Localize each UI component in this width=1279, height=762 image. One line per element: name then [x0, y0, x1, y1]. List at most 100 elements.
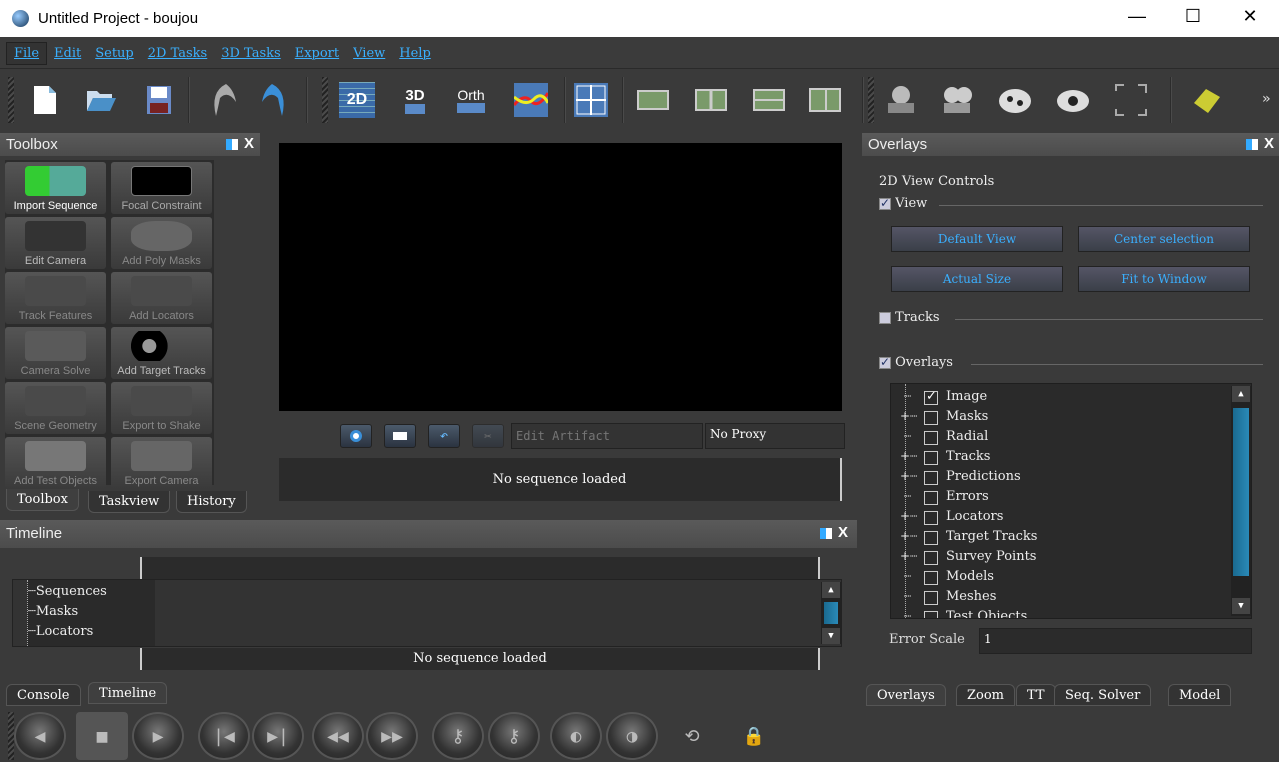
undo-view-button[interactable]: ↶	[428, 424, 460, 448]
overlay-tree-item[interactable]: ┈ Models	[892, 568, 1222, 588]
overlay-tree-item[interactable]: +┈ Locators	[892, 508, 1222, 528]
scroll-up-icon[interactable]: ▲	[822, 582, 840, 598]
mark-out-icon[interactable]: ◑	[606, 712, 658, 760]
ortho-view-icon[interactable]: Orth	[452, 81, 490, 119]
overlay-tree-item[interactable]: +┈ Target Tracks	[892, 528, 1222, 548]
tool-scene-geometry[interactable]: Scene Geometry	[5, 382, 106, 434]
graph-view-icon[interactable]	[512, 81, 550, 119]
tab-taskview[interactable]: Taskview	[88, 491, 171, 513]
mark-in-icon[interactable]: ◐	[550, 712, 602, 760]
tool-focal-constraint[interactable]: Focal Constraint	[111, 162, 212, 214]
tool-track-features[interactable]: Track Features	[5, 272, 106, 324]
timeline-item-sequences[interactable]: ┈Sequences	[28, 584, 107, 599]
timeline-scrollbar[interactable]: ▲ ▼	[821, 582, 841, 644]
overlay-checkbox[interactable]	[924, 411, 938, 425]
undo-icon[interactable]	[204, 81, 242, 119]
artifact-tool-button[interactable]: ✂	[472, 424, 504, 448]
save-icon[interactable]	[140, 81, 178, 119]
tab-history[interactable]: History	[176, 491, 247, 513]
menu-view[interactable]: View	[346, 43, 392, 64]
step-back-icon[interactable]: |◀	[198, 712, 250, 760]
menu-2d-tasks[interactable]: 2D Tasks	[141, 43, 214, 64]
timeline-track-area[interactable]: ┈Sequences ┈Masks ┈Locators ▲ ▼	[12, 579, 842, 647]
menu-edit[interactable]: Edit	[47, 43, 88, 64]
prev-frame-icon[interactable]: ◀	[14, 712, 66, 760]
tab-overlays[interactable]: Overlays	[866, 684, 946, 706]
film-camera-icon[interactable]	[996, 81, 1034, 119]
camera-export-icon[interactable]	[938, 81, 976, 119]
lock-icon[interactable]: 🔒	[728, 712, 780, 760]
tool-import-sequence[interactable]: Import Sequence	[5, 162, 106, 214]
tab-zoom[interactable]: Zoom	[956, 684, 1016, 706]
overlay-checkbox[interactable]	[924, 471, 938, 485]
timeline-item-locators[interactable]: ┈Locators	[28, 624, 93, 639]
scroll-up-icon[interactable]: ▲	[1232, 386, 1250, 402]
expand-icon[interactable]: +┈	[900, 469, 917, 483]
overlay-checkbox[interactable]	[924, 389, 938, 405]
image-viewer[interactable]	[279, 143, 842, 411]
tracks-checkbox[interactable]	[879, 311, 891, 324]
timeline-ruler[interactable]	[140, 557, 820, 579]
new-file-icon[interactable]	[26, 81, 64, 119]
scroll-down-icon[interactable]: ▼	[1232, 598, 1250, 614]
overlay-checkbox[interactable]	[924, 591, 938, 605]
float-icon[interactable]	[226, 139, 238, 150]
multi-view-icon[interactable]	[806, 81, 844, 119]
toolbar-grip[interactable]	[8, 77, 14, 123]
overlay-checkbox[interactable]	[924, 491, 938, 505]
overlays-checkbox[interactable]	[879, 355, 891, 369]
expand-icon[interactable]: +┈	[900, 549, 917, 563]
overlay-checkbox[interactable]	[924, 611, 938, 618]
camera-solve-icon[interactable]	[882, 81, 920, 119]
tool-add-target-tracks[interactable]: Add Target Tracks	[111, 327, 212, 379]
loop-icon[interactable]: ⟲	[666, 712, 718, 760]
overlay-tree-item[interactable]: +┈ Predictions	[892, 468, 1222, 488]
menu-setup[interactable]: Setup	[88, 43, 141, 64]
overlay-tree-item[interactable]: ┈Image	[892, 388, 1222, 408]
overlay-tree-item[interactable]: ┈ Radial	[892, 428, 1222, 448]
expand-icon[interactable]: +┈	[900, 529, 917, 543]
tool-add-test-objects[interactable]: Add Test Objects	[5, 437, 106, 489]
step-forward-icon[interactable]: ▶|	[252, 712, 304, 760]
overlay-tree-item[interactable]: +┈ Tracks	[892, 448, 1222, 468]
scroll-thumb[interactable]	[1233, 408, 1249, 576]
fit-to-window-button[interactable]: Fit to Window	[1078, 266, 1250, 292]
2d-view-icon[interactable]: 2D	[338, 81, 376, 119]
float-icon[interactable]	[1246, 139, 1258, 150]
scroll-down-icon[interactable]: ▼	[822, 628, 840, 644]
float-icon[interactable]	[820, 528, 832, 539]
proxy-select[interactable]: No Proxy	[705, 423, 845, 449]
close-button[interactable]: ✕	[1235, 6, 1265, 27]
center-selection-button[interactable]: Center selection	[1078, 226, 1250, 252]
tool-export-camera[interactable]: Export Camera	[111, 437, 212, 489]
eye-camera-icon[interactable]	[1054, 81, 1092, 119]
overlay-checkbox[interactable]	[924, 531, 938, 545]
expand-icon[interactable]: +┈	[900, 449, 917, 463]
overlay-tree-item[interactable]: ┈ Meshes	[892, 588, 1222, 608]
tab-console[interactable]: Console	[6, 684, 81, 706]
display-button[interactable]	[384, 424, 416, 448]
tab-toolbox[interactable]: Toolbox	[6, 489, 79, 511]
default-view-button[interactable]: Default View	[891, 226, 1063, 252]
edit-artifact-input[interactable]	[511, 423, 703, 449]
overlay-tree-item[interactable]: ┈ Errors	[892, 488, 1222, 508]
overlay-tree-item[interactable]: +┈ Masks	[892, 408, 1222, 428]
expand-icon[interactable]: +┈	[900, 509, 917, 523]
frame-select-icon[interactable]	[1112, 81, 1150, 119]
tab-tt[interactable]: TT	[1016, 684, 1056, 706]
toolbar-overflow-button[interactable]: »	[1262, 91, 1270, 107]
menu-export[interactable]: Export	[288, 43, 346, 64]
3d-view-icon[interactable]: 3D	[396, 81, 434, 119]
menu-3d-tasks[interactable]: 3D Tasks	[214, 43, 287, 64]
tool-camera-solve[interactable]: Camera Solve	[5, 327, 106, 379]
overlay-tree-item[interactable]: ┈ Test Objects	[892, 608, 1222, 618]
overlay-checkbox[interactable]	[924, 551, 938, 565]
tool-add-poly-masks[interactable]: Add Poly Masks	[111, 217, 212, 269]
overlays-close-button[interactable]: X	[1264, 135, 1274, 152]
play-icon[interactable]: ▶	[132, 712, 184, 760]
timeline-item-masks[interactable]: ┈Masks	[28, 604, 78, 619]
tool-export-to-shake[interactable]: Export to Shake	[111, 382, 212, 434]
key-next-icon[interactable]: ⚷	[488, 712, 540, 760]
stop-icon[interactable]: ■	[76, 712, 128, 760]
film-strip-icon[interactable]	[750, 81, 788, 119]
